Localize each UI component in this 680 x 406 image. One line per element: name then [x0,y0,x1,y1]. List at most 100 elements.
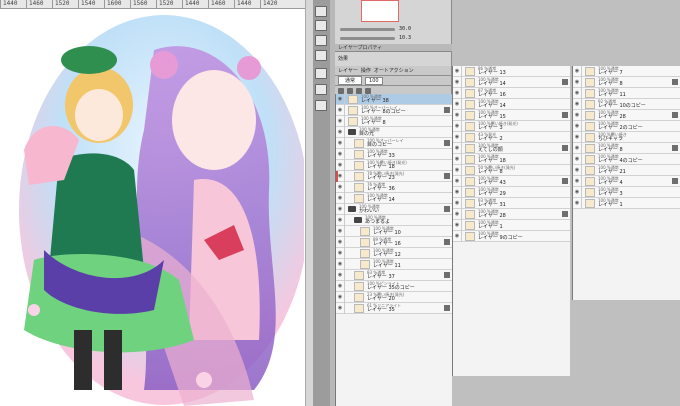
visibility-eye-icon[interactable]: ◉ [453,164,462,176]
visibility-eye-icon[interactable]: ◉ [336,280,345,292]
visibility-eye-icon[interactable]: ◉ [336,192,345,204]
layer-row[interactable]: ◉ 100 %通常 あつまるよ [336,214,452,226]
visibility-eye-icon[interactable]: ◉ [453,219,462,231]
layer-row[interactable]: ◉ 100 %オーバーレイ レイヤー 8のコピー [336,104,452,116]
layer-row[interactable]: ◉ 87 %通常 レイヤー 16 [453,87,570,99]
visibility-eye-icon[interactable]: ◉ [573,142,582,154]
visibility-eye-icon[interactable]: ◉ [336,291,345,303]
layer-row[interactable]: ◉ 100 %通常 レイヤー 29 [453,186,570,198]
visibility-eye-icon[interactable]: ◉ [453,186,462,198]
tool-button[interactable] [315,6,327,17]
visibility-eye-icon[interactable]: ◉ [453,66,462,77]
visibility-eye-icon[interactable]: ◉ [453,76,462,88]
layer-mask-icon[interactable] [444,305,450,311]
layer-row[interactable]: ◉ 83 %通常 レイヤー 37 [336,269,452,281]
layer-row[interactable]: ◉ 100 %通常 レイヤー 4のコピー [573,153,680,165]
layer-row[interactable]: ◉ 100 %通常 レイヤー 28 [573,109,680,121]
layer-mask-icon[interactable] [444,140,450,146]
visibility-eye-icon[interactable]: ◉ [453,131,462,143]
layer-row[interactable]: ◉ 100 %覆い焼き(発光) レイヤー 18 [336,159,452,171]
opacity-input[interactable]: 100 [365,76,383,85]
canvas-area[interactable]: 1440 1460 1520 1540 1600 1560 1520 1440 1460 1440… [0,0,305,406]
layer-row[interactable]: ◉ 100 %通常 レイヤー 9のコピー [453,230,570,242]
layer-row[interactable]: ◉ 100 %通常 目の光 [336,126,452,138]
layer-mask-icon[interactable] [562,79,568,85]
tab-auto-action[interactable]: オートアクション [374,67,414,74]
layer-row[interactable]: ◉ 100 %通常 レイヤー 8 [573,142,680,154]
layer-row[interactable]: ◉ 100 %通常 レイヤー 7 [573,66,680,77]
visibility-eye-icon[interactable]: ◉ [336,236,345,248]
visibility-eye-icon[interactable]: ◉ [453,120,462,132]
layer-mask-icon[interactable] [444,173,450,179]
layer-row[interactable]: ◉ 100 %通常 レイヤー 10 [336,225,452,237]
layer-row[interactable]: ◉ 61 %リニアライト レイヤー 35 [336,302,452,314]
layer-row[interactable]: ◉ 100 %通常 レイヤー 11 [573,87,680,99]
visibility-eye-icon[interactable]: ◉ [336,302,345,314]
visibility-eye-icon[interactable]: ◉ [573,109,582,121]
layer-row[interactable]: ◉ 100 %通常 レイヤー 1 [453,219,570,231]
layer-row[interactable]: ◉ 92 %通常 レイヤー 10のコピー [573,98,680,110]
layer-mask-icon[interactable] [562,211,568,217]
visibility-eye-icon[interactable]: ◉ [573,87,582,99]
visibility-eye-icon[interactable]: ◉ [573,120,582,132]
visibility-eye-icon[interactable]: ◉ [336,225,345,237]
layer-mask-icon[interactable] [444,239,450,245]
layer-mask-icon[interactable] [444,272,450,278]
layer-row[interactable]: ◉ 100 %通常 レイヤー 28 [453,208,570,220]
visibility-eye-icon[interactable]: ◉ [453,230,462,242]
visibility-eye-icon[interactable]: ◉ [336,203,345,215]
new-layer-icon[interactable] [338,87,344,94]
visibility-eye-icon[interactable]: ◉ [573,175,582,187]
blend-mode-select[interactable]: 通常 [338,76,363,85]
layer-mask-icon[interactable] [562,145,568,151]
visibility-eye-icon[interactable]: ◉ [453,175,462,187]
layer-row[interactable]: ◉ 100 %通常 レイヤー 1 [573,197,680,209]
layer-mask-icon[interactable] [562,112,568,118]
tool-button[interactable] [315,50,327,61]
layer-row[interactable]: ◉ 100 %通常 レイヤー 21 [573,164,680,176]
visibility-eye-icon[interactable]: ◉ [453,98,462,110]
visibility-eye-icon[interactable]: ◉ [453,208,462,220]
layer-row[interactable]: ◉ 43 %発光 レイヤー 2 [453,131,570,143]
layer-row[interactable]: ◉ 100 %通常 レイヤー 11 [336,258,452,270]
mask-icon[interactable] [356,87,362,94]
layer-row[interactable]: ◉ 100 %覆い焼き(発光) レイヤー 3 [453,120,570,132]
layer-row[interactable]: ◉ 76 %通常 レイヤー 36 [336,181,452,193]
layer-row[interactable]: ◉ 100 %通常 レイヤー 14 [453,76,570,88]
layer-property-tab[interactable]: レイヤープロパティ [335,44,452,52]
layer-row[interactable]: ◉ 100 %通常 レイヤー 4 [573,175,680,187]
visibility-eye-icon[interactable]: ◉ [336,159,345,171]
tab-layer[interactable]: レイヤー [338,67,358,74]
layer-row[interactable]: ◉ 100 %通常 えてしの顔 [453,142,570,154]
layer-row[interactable]: ◉ 100 %通常 レイヤー 43 [453,175,570,187]
visibility-eye-icon[interactable]: ◉ [336,214,345,226]
canvas-vertical-scrollbar[interactable] [305,0,313,406]
layer-row[interactable]: ◉ 50 %覆い焼き(発光) レイヤー 8 [453,164,570,176]
layer-row[interactable]: ◉ 100 %通常 レイヤー 2のコピー [573,120,680,132]
layer-row[interactable]: ◉ 100 %通常 レイヤー 33 [336,148,452,160]
layer-row[interactable]: ◉ 23 %覆い焼き(発光) レイヤー 20 [336,291,452,303]
visibility-eye-icon[interactable]: ◉ [336,269,345,281]
visibility-eye-icon[interactable]: ◉ [336,247,345,259]
visibility-eye-icon[interactable]: ◉ [573,197,582,209]
layer-row[interactable]: ◉ 100 %通常 レイヤー 12 [336,247,452,259]
layer-row[interactable]: ◉ 100 %通常 レイヤー 38 [336,94,452,105]
visibility-eye-icon[interactable]: ◉ [573,153,582,165]
visibility-eye-icon[interactable]: ◉ [573,164,582,176]
visibility-eye-icon[interactable]: ◉ [336,104,345,116]
visibility-eye-icon[interactable]: ◉ [336,258,345,270]
visibility-eye-icon[interactable]: ◉ [453,153,462,165]
layer-row[interactable]: ◉ 100 %通常 レイヤー 8 [336,115,452,127]
layer-row[interactable]: ◉ 78 %覆い焼き(発光) レイヤー 23 [336,170,452,182]
layer-row[interactable]: ◉ 100 %通常 かわいい [336,203,452,215]
visibility-eye-icon[interactable]: ◉ [336,126,345,138]
size-slider[interactable] [340,37,395,40]
layer-row[interactable]: ◉ 89 %通常 レイヤー 16 [336,236,452,248]
layer-row[interactable]: ◉ 100 %通常 レイヤー 14 [336,192,452,204]
layer-row[interactable]: ◉ 100 %通常 レイヤー 8 [573,76,680,88]
tool-button[interactable] [315,84,327,95]
layer-row[interactable]: ◉ 100 %通常 レイヤー 14 [453,98,570,110]
tool-button[interactable] [315,68,327,79]
visibility-eye-icon[interactable]: ◉ [573,98,582,110]
new-folder-icon[interactable] [347,87,353,94]
